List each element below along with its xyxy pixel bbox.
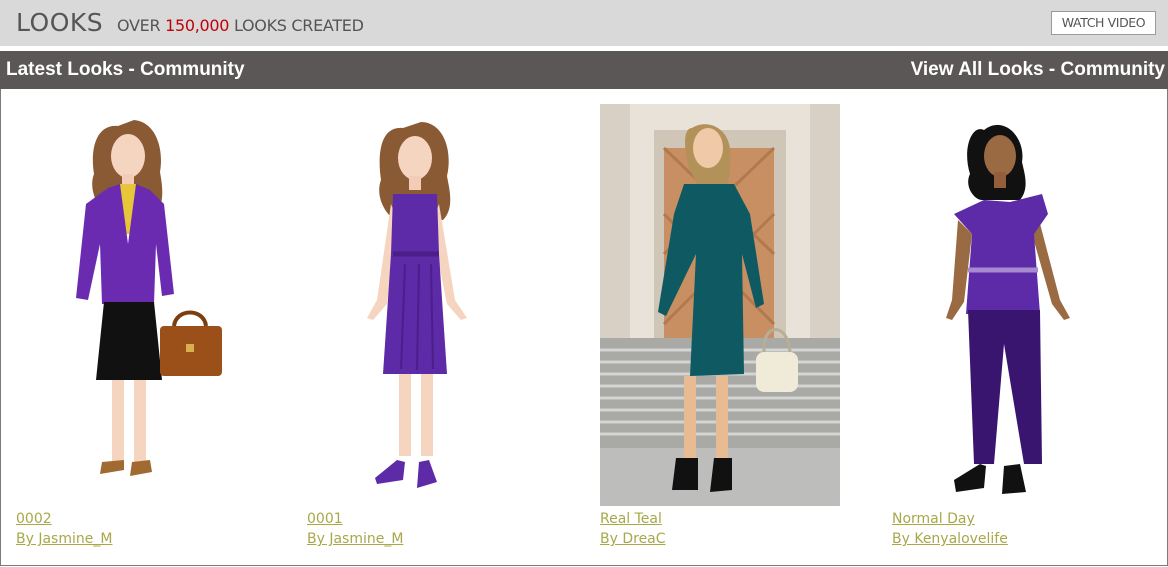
page-title: LOOKS <box>16 8 104 37</box>
look-image-outfit[interactable] <box>892 104 1132 506</box>
top-bar: LOOKS OVER 150,000 LOOKS CREATED WATCH V… <box>0 0 1168 46</box>
look-author[interactable]: By Jasmine_M <box>307 531 403 547</box>
subtitle-suffix: LOOKS CREATED <box>233 16 364 35</box>
look-author[interactable]: By DreaC <box>600 531 666 547</box>
look-title[interactable]: Normal Day <box>892 511 975 527</box>
look-author[interactable]: By Kenyalovelife <box>892 531 1008 547</box>
look-image-outfit[interactable] <box>16 104 256 506</box>
looks-count-text: OVER 150,000 LOOKS CREATED <box>117 16 364 35</box>
watch-video-button[interactable]: WATCH VIDEO <box>1051 11 1156 35</box>
look-image-outfit[interactable] <box>600 104 840 506</box>
looks-count: 150,000 <box>165 16 230 35</box>
look-title[interactable]: 0001 <box>307 511 343 527</box>
look-image-outfit[interactable] <box>307 104 547 506</box>
view-all-looks-link[interactable]: View All Looks - Community <box>911 59 1165 81</box>
look-author[interactable]: By Jasmine_M <box>16 531 112 547</box>
look-title[interactable]: 0002 <box>16 511 52 527</box>
section-title: Latest Looks - Community <box>6 59 245 80</box>
look-title[interactable]: Real Teal <box>600 511 662 527</box>
subtitle-prefix: OVER <box>117 16 161 35</box>
section-header: Latest Looks - Community View All Looks … <box>0 51 1168 89</box>
